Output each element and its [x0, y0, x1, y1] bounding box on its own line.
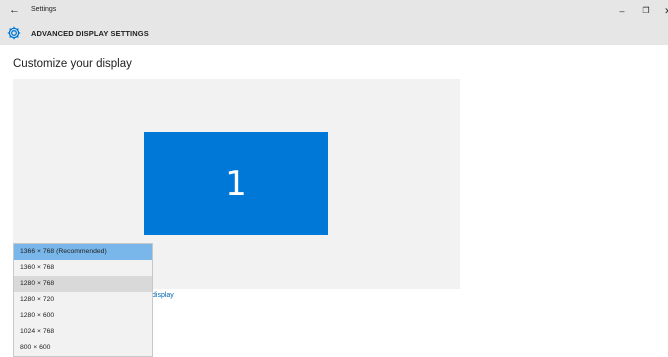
section-title: Customize your display: [13, 58, 132, 70]
resolution-option[interactable]: 1280 × 720: [14, 292, 152, 308]
display-link[interactable]: display: [152, 291, 174, 301]
resolution-option[interactable]: 1280 × 600: [14, 308, 152, 324]
resolution-option[interactable]: 800 × 600: [14, 340, 152, 356]
resolution-option[interactable]: 1366 × 768 (Recommended): [14, 244, 152, 260]
resolution-option[interactable]: 1360 × 768: [14, 260, 152, 276]
title-bar: ← Settings – ❐ ✕: [0, 0, 668, 22]
window-title: Settings: [31, 6, 57, 13]
resolution-option[interactable]: 1024 × 768: [14, 324, 152, 340]
resolution-dropdown[interactable]: 1366 × 768 (Recommended) 1360 × 768 1280…: [13, 243, 153, 357]
monitor-1[interactable]: 1: [144, 132, 328, 235]
minimize-button[interactable]: –: [614, 4, 630, 18]
page-title: ADVANCED DISPLAY SETTINGS: [31, 29, 149, 38]
page-header: ADVANCED DISPLAY SETTINGS: [0, 22, 668, 45]
gear-icon: [7, 26, 21, 40]
close-button[interactable]: ✕: [660, 4, 668, 18]
maximize-button[interactable]: ❐: [638, 4, 654, 18]
resolution-option[interactable]: 1280 × 768: [14, 276, 152, 292]
back-arrow-icon[interactable]: ←: [9, 3, 20, 17]
